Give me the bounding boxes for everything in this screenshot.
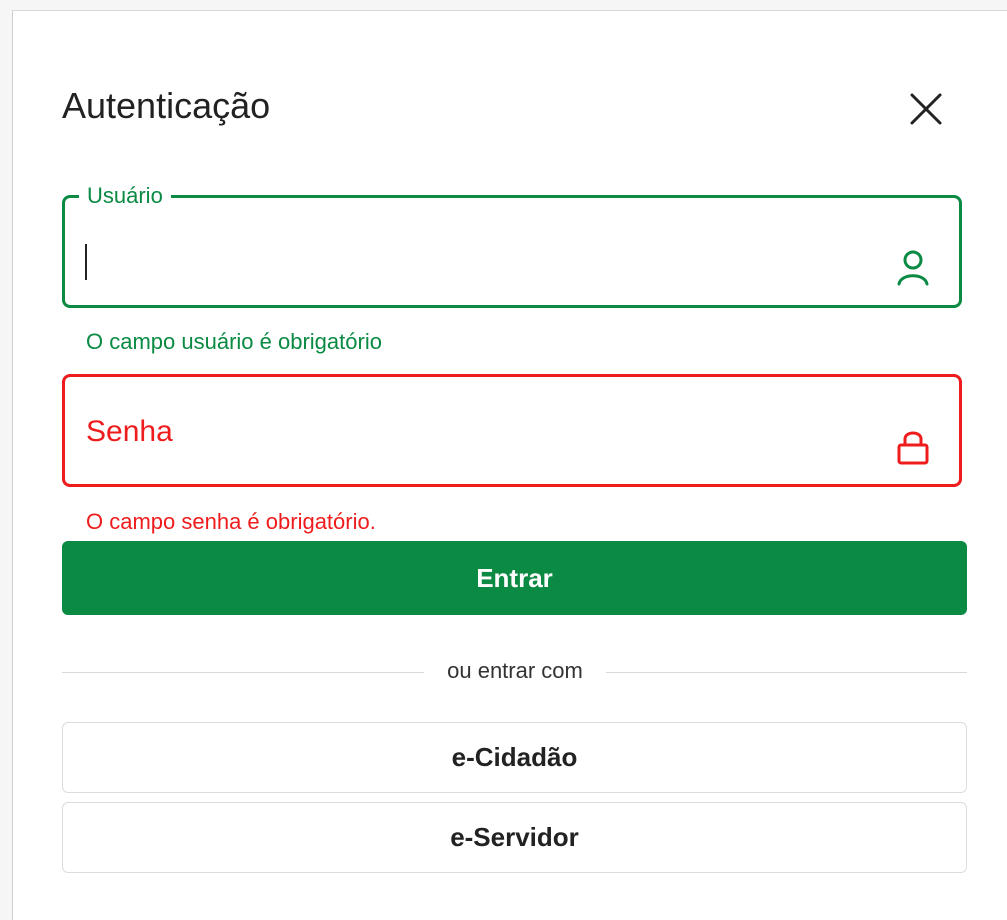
- divider-label: ou entrar com: [447, 658, 583, 683]
- password-field[interactable]: Senha: [62, 374, 962, 487]
- lock-icon: [897, 431, 929, 465]
- username-helper-text: O campo usuário é obrigatório: [86, 329, 382, 354]
- window-top-edge: [12, 0, 1007, 11]
- login-button[interactable]: Entrar: [62, 541, 967, 615]
- close-icon: [910, 93, 942, 125]
- close-button[interactable]: [906, 89, 946, 129]
- username-label: Usuário: [79, 182, 171, 210]
- e-servidor-button[interactable]: e-Servidor: [62, 802, 967, 873]
- user-icon: [897, 250, 929, 286]
- username-input[interactable]: [87, 230, 871, 280]
- password-helper-text: O campo senha é obrigatório.: [86, 509, 376, 534]
- e-cidadao-button[interactable]: e-Cidadão: [62, 722, 967, 793]
- login-modal: Autenticação Usuário O campo usuário é o…: [13, 11, 1007, 920]
- divider-right: [606, 672, 967, 673]
- username-field[interactable]: Usuário: [62, 182, 962, 308]
- divider-left: [62, 672, 424, 673]
- modal-title: Autenticação: [62, 85, 271, 126]
- window-left-edge: [0, 0, 13, 920]
- password-label: Senha: [86, 415, 173, 448]
